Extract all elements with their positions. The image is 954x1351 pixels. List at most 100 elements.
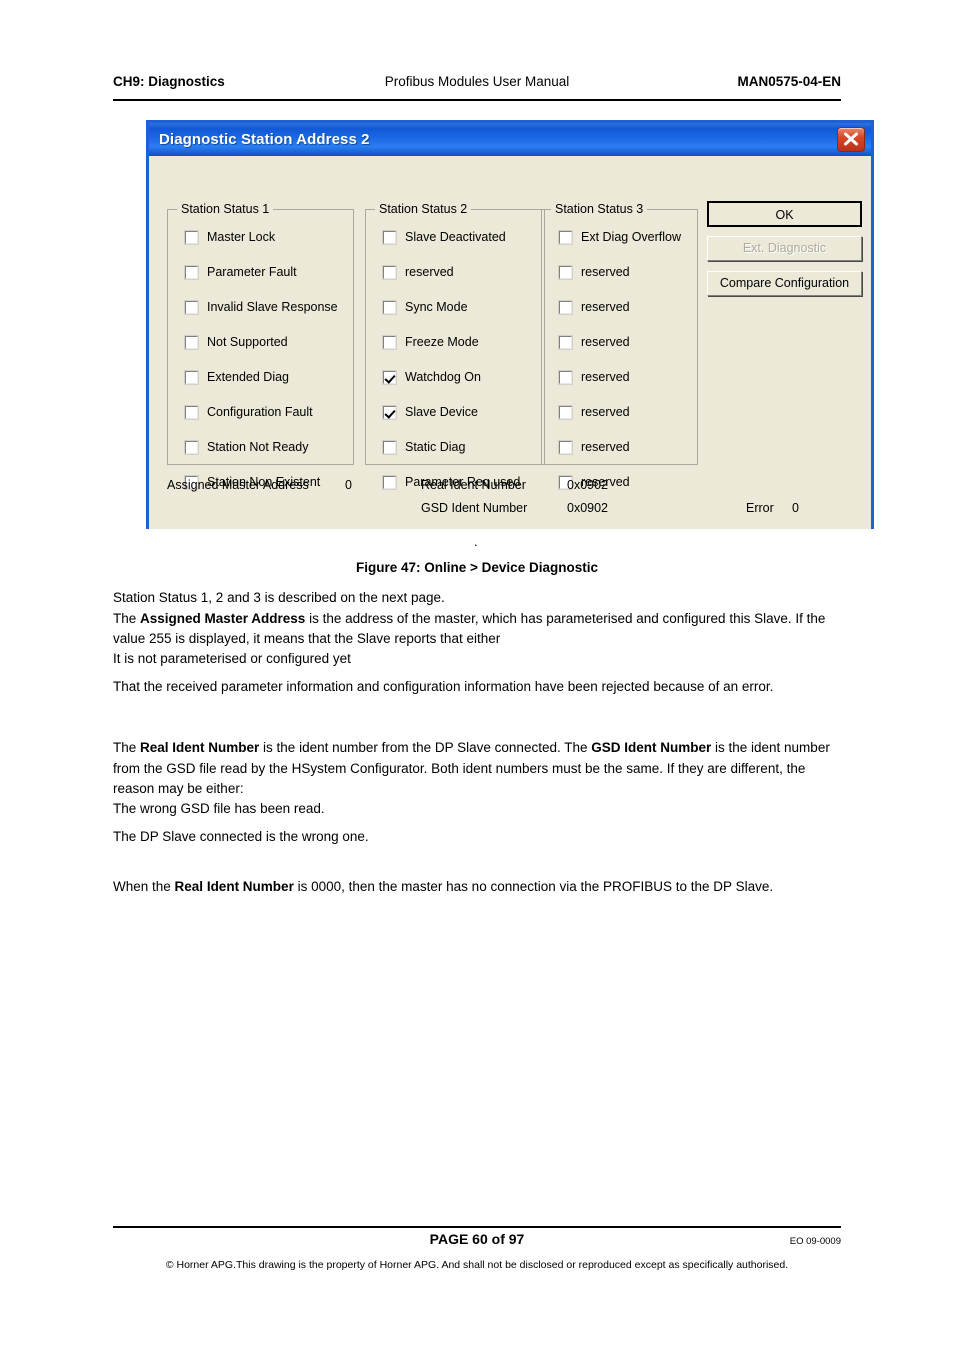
term-assigned-master-address: Assigned Master Address [140,610,306,626]
checkbox-label: Freeze Mode [405,335,479,349]
checkbox-row[interactable]: Sync Mode [383,299,468,315]
paragraph-no-connection: When the Real Ident Number is 0000, then… [113,877,843,898]
checkbox-row[interactable]: reserved [559,299,630,315]
checkbox-parameter-req-used[interactable] [383,475,396,489]
paragraph-line: Station Status 1, 2 and 3 is described o… [113,590,445,605]
checkbox-row[interactable]: Not Supported [185,334,288,350]
checkbox-sync-mode[interactable] [383,300,396,314]
checkbox-not-supported[interactable] [185,335,198,349]
checkbox-static-diag[interactable] [383,440,396,454]
checkbox-label: Master Lock [207,230,276,244]
checkbox-label: reserved [581,300,630,314]
checkbox-label: reserved [581,370,630,384]
checkbox-label: Static Diag [405,440,466,454]
checkbox-row[interactable]: Freeze Mode [383,334,479,350]
checkbox-parameter-fault[interactable] [185,265,198,279]
group-legend: Station Status 3 [551,202,648,216]
checkbox-invalid-slave-response[interactable] [185,300,198,314]
checkbox-row[interactable]: reserved [559,404,630,420]
checkbox-row[interactable]: Watchdog On [383,369,481,385]
checkbox-extended-diag[interactable] [185,370,198,384]
checkbox-row[interactable]: Slave Device [383,404,478,420]
checkbox-slave-device[interactable] [383,405,396,419]
checkbox-master-lock[interactable] [185,230,198,244]
paragraph-intro: Station Status 1, 2 and 3 is described o… [113,588,843,650]
checkbox-label: Sync Mode [405,300,468,314]
footer-page-number: PAGE 60 of 97 [429,1231,525,1247]
figure-caption: Figure 47: Online > Device Diagnostic [356,560,598,575]
paragraph-text: is 0000, then the master has no connecti… [293,879,774,894]
paragraph-text: is the ident number from the DP Slave co… [259,740,592,755]
checkbox-row[interactable]: Static Diag [383,439,465,455]
checkbox-row[interactable]: reserved [383,264,454,280]
checkbox-label: Station Not Ready [207,440,309,454]
close-icon[interactable] [837,127,865,152]
checkbox-ext-diag-overflow[interactable] [559,230,572,244]
header-document-number: MAN0575-04-EN [737,74,841,89]
checkbox-row[interactable]: reserved [559,369,630,385]
assigned-master-address-value: 0 [345,478,352,492]
checkbox-row[interactable]: Master Lock [185,229,275,245]
checkbox-row[interactable]: Station Not Ready [185,439,308,455]
header-divider [113,99,841,101]
ext-diagnostic-button: Ext. Diagnostic [707,236,862,261]
checkbox-label: Ext Diag Overflow [581,230,682,244]
checkbox-label: Parameter Fault [207,265,297,279]
checkbox-label: Slave Deactivated [405,230,506,244]
compare-configuration-button[interactable]: Compare Configuration [707,271,862,296]
paragraph-text: The [113,740,141,755]
gsd-ident-number-value: 0x0902 [567,501,609,515]
checkbox-reserved[interactable] [559,335,572,349]
checkbox-label: reserved [581,440,630,454]
paragraph-wrong-slave: The DP Slave connected is the wrong one. [113,829,369,844]
checkbox-label: reserved [581,335,630,349]
checkbox-label: Configuration Fault [207,405,313,419]
checkbox-row[interactable]: Slave Deactivated [383,229,506,245]
checkbox-label: reserved [581,405,630,419]
footer-copyright: © Horner APG.This drawing is the propert… [165,1259,789,1271]
group-station-status-1: Station Status 1 Master Lock Parameter F… [167,202,354,489]
term-real-ident-number: Real Ident Number [140,740,260,755]
ok-button[interactable]: OK [707,201,862,227]
footer-divider [113,1226,841,1228]
error-label: Error [746,501,774,515]
dialog-titlebar[interactable]: Diagnostic Station Address 2 [149,123,871,156]
checkbox-row[interactable]: reserved [559,439,630,455]
dialog-title: Diagnostic Station Address 2 [159,131,370,148]
checkbox-label: Watchdog On [405,370,481,384]
checkbox-row[interactable]: Invalid Slave Response [185,299,338,315]
checkbox-configuration-fault[interactable] [185,405,198,419]
checkbox-station-not-ready[interactable] [185,440,198,454]
paragraph-ident-numbers: The Real Ident Number is the ident numbe… [113,738,843,800]
footer-eo-code: EO 09-0009 [789,1236,841,1247]
term-gsd-ident-number: GSD Ident Number [591,740,712,755]
checkbox-freeze-mode[interactable] [383,335,396,349]
group-station-status-2: Station Status 2 Slave Deactivated reser… [365,202,545,489]
checkbox-watchdog-on[interactable] [383,370,396,384]
checkbox-reserved[interactable] [559,405,572,419]
checkbox-row[interactable]: Configuration Fault [185,404,313,420]
term-real-ident-number: Real Ident Number [174,879,294,894]
checkbox-label: Extended Diag [207,370,290,384]
checkbox-label: Not Supported [207,335,288,349]
checkbox-reserved[interactable] [383,265,396,279]
checkbox-slave-deactivated[interactable] [383,230,396,244]
checkbox-label: Invalid Slave Response [207,300,338,314]
checkbox-reserved[interactable] [559,265,572,279]
group-legend: Station Status 1 [177,202,274,216]
checkbox-row[interactable]: reserved [559,334,630,350]
checkbox-reserved[interactable] [559,440,572,454]
checkbox-row[interactable]: reserved [559,264,630,280]
real-ident-number-label: Real Ident Number [421,478,526,492]
group-station-status-3: Station Status 3 Ext Diag Overflow reser… [541,202,698,489]
diagnostic-dialog: Diagnostic Station Address 2 Station Sta… [146,120,874,529]
checkbox-reserved[interactable] [559,300,572,314]
header-manual-title: Profibus Modules User Manual [384,74,570,89]
checkbox-label: reserved [405,265,454,279]
document-page: CH9: Diagnostics Profibus Modules User M… [0,0,954,1351]
checkbox-row[interactable]: Extended Diag [185,369,289,385]
checkbox-reserved[interactable] [559,370,572,384]
page-header: CH9: Diagnostics Profibus Modules User M… [113,74,841,98]
checkbox-row[interactable]: Parameter Fault [185,264,297,280]
checkbox-row[interactable]: Ext Diag Overflow [559,229,681,245]
